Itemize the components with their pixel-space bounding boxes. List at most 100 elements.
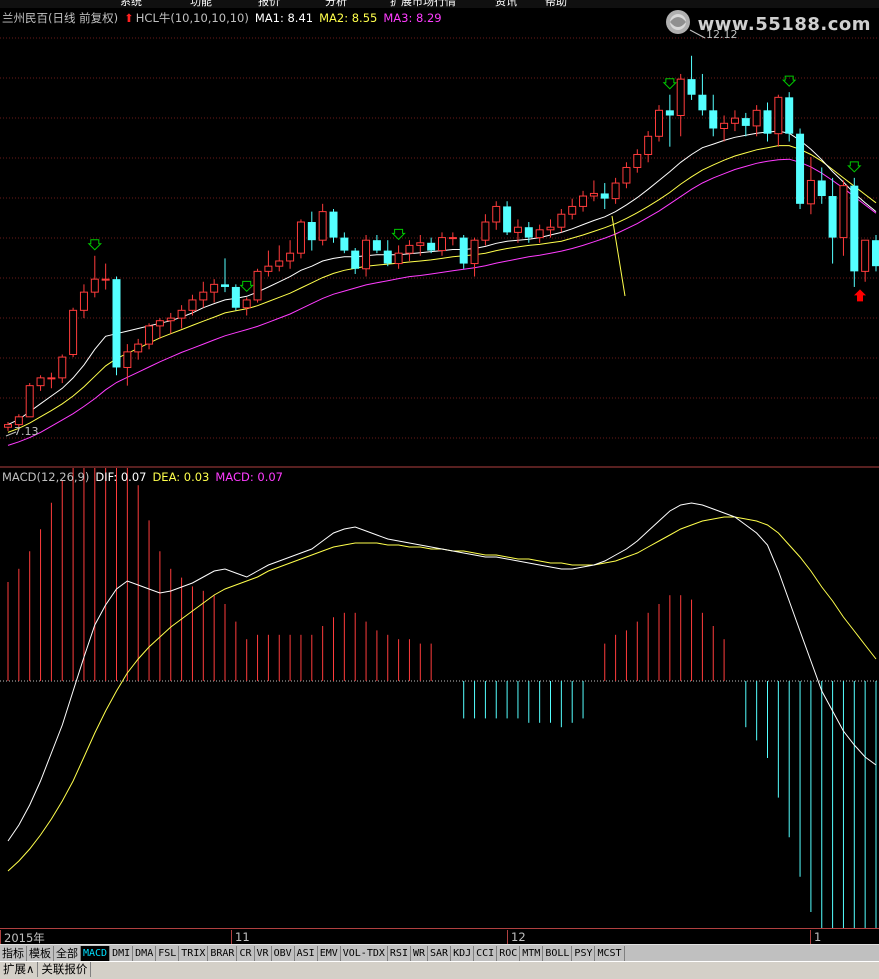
candle-body <box>112 279 121 368</box>
buy-arrow-icon <box>239 280 254 293</box>
tab-dmi[interactable]: DMI <box>110 946 134 961</box>
related-quotes-button[interactable]: 关联报价 <box>38 962 92 977</box>
candle-body <box>763 110 772 134</box>
candle-body <box>546 226 555 231</box>
menu-item[interactable]: 报价 <box>258 0 280 8</box>
price-chart-panel[interactable]: 兰州民百(日线 前复权) ⬆ HCL牛(10,10,10,10) MA1: 8.41 M… <box>0 8 879 468</box>
indicator-tabs[interactable]: 指标 模板 全部 MACD DMI DMA FSL TRIX BRAR CR VR OBV ASI EMV… <box>0 944 879 962</box>
tab-asi[interactable]: ASI <box>295 946 318 961</box>
ma1-label: MA1: 8.41 <box>254 11 314 25</box>
candle-body <box>47 377 56 380</box>
menu-item[interactable]: 扩展市场行情 <box>390 0 456 8</box>
candle-body <box>242 299 251 309</box>
menu-item[interactable]: 功能 <box>190 0 212 8</box>
candle-body <box>785 97 794 134</box>
tab-vol-tdx[interactable]: VOL-TDX <box>341 946 388 961</box>
candle-body <box>720 122 729 129</box>
candle-body <box>90 278 99 293</box>
time-label: 11 <box>231 930 250 944</box>
candle-body <box>568 205 577 215</box>
menu-item[interactable]: 帮助 <box>545 0 567 8</box>
candle-body <box>589 192 598 197</box>
tab-kdj[interactable]: KDJ <box>451 946 475 961</box>
tab-boll[interactable]: BOLL <box>543 946 573 961</box>
tab-wr[interactable]: WR <box>411 946 429 961</box>
ma3-label: MA3: 8.29 <box>383 11 442 25</box>
candle-body <box>155 320 164 327</box>
tab-mtm[interactable]: MTM <box>520 946 544 961</box>
tab-fsl[interactable]: FSL <box>156 946 180 961</box>
candle-body <box>318 211 327 241</box>
tab-模板[interactable]: 模板 <box>27 946 54 961</box>
candle-body <box>166 317 175 322</box>
high-price-label: 12.12 <box>706 28 738 41</box>
candle-body <box>36 377 45 387</box>
tab-sar[interactable]: SAR <box>428 946 452 961</box>
candle-body <box>752 109 761 127</box>
tab-psy[interactable]: PSY <box>572 946 596 961</box>
ma3-line <box>7 158 877 446</box>
candle-body <box>307 222 316 241</box>
menu-bar[interactable]: 系统 功能 报价 分析 扩展市场行情 资讯 帮助 <box>0 0 879 8</box>
candle-body <box>372 240 381 251</box>
candle-body <box>524 227 533 238</box>
expand-button[interactable]: 扩展∧ <box>0 962 39 977</box>
candle-body <box>676 78 685 117</box>
candle-body <box>25 385 34 418</box>
tab-obv[interactable]: OBV <box>272 946 295 961</box>
candle-body <box>275 260 284 267</box>
tab-trix[interactable]: TRIX <box>179 946 209 961</box>
tab-rsi[interactable]: RSI <box>388 946 411 961</box>
tab-macd[interactable]: MACD <box>81 946 111 961</box>
candle-body <box>177 309 186 319</box>
macd-chart[interactable] <box>0 468 879 928</box>
candle-body <box>199 291 208 301</box>
candle-body <box>14 416 23 426</box>
price-chart[interactable] <box>0 8 879 468</box>
trend-line <box>611 215 626 297</box>
candle-body <box>861 239 870 272</box>
tab-vr[interactable]: VR <box>255 946 272 961</box>
tab-emv[interactable]: EMV <box>318 946 341 961</box>
candle-body <box>774 96 783 135</box>
globe-icon <box>665 10 690 34</box>
tab-brar[interactable]: BRAR <box>208 946 238 961</box>
candle-body <box>557 213 566 228</box>
candle-body <box>470 239 479 265</box>
candle-body <box>296 221 305 254</box>
tab-全部[interactable]: 全部 <box>54 946 81 961</box>
price-chart-header: 兰州民百(日线 前复权) ⬆ HCL牛(10,10,10,10) MA1: 8.41 M… <box>2 10 448 26</box>
menu-item[interactable]: 分析 <box>325 0 347 8</box>
dif-label: DIF: 0.07 <box>95 470 147 484</box>
tab-dma[interactable]: DMA <box>133 946 157 961</box>
candle-body <box>134 343 143 353</box>
menu-item[interactable]: 系统 <box>120 0 142 8</box>
candle-body <box>405 244 414 254</box>
indicator-name: HCL牛(10,10,10,10) <box>135 11 249 25</box>
time-axis: 2015年 11 12 1 <box>0 928 879 946</box>
macd-chart-panel[interactable]: MACD(12,26,9) DIF: 0.07 DEA: 0.03 MACD: 0.0… <box>0 468 879 928</box>
candle-body <box>210 283 219 293</box>
candle-body <box>69 309 78 355</box>
ma2-label: MA2: 8.55 <box>319 11 378 25</box>
tab-cci[interactable]: CCI <box>474 946 498 961</box>
tab-cr[interactable]: CR <box>237 946 255 961</box>
candle-body <box>362 239 371 270</box>
candle-body <box>535 229 544 239</box>
candle-body <box>611 182 620 200</box>
candle-body <box>655 109 663 137</box>
candle-body <box>394 252 403 265</box>
menu-item[interactable]: 资讯 <box>495 0 517 8</box>
candle-body <box>796 133 805 204</box>
candle-body <box>459 237 468 264</box>
macd-name: MACD(12,26,9) <box>2 470 90 484</box>
bottom-toolbar[interactable]: 扩展∧ 关联报价 <box>0 961 879 979</box>
candle-body <box>687 79 696 95</box>
candle-body <box>383 250 392 264</box>
tab-指标[interactable]: 指标 <box>0 946 27 961</box>
candle-body <box>644 135 653 155</box>
macd-header: MACD(12,26,9) DIF: 0.07 DEA: 0.03 MACD: 0.0… <box>2 470 289 484</box>
candle-body <box>145 325 154 345</box>
tab-roc[interactable]: ROC <box>497 946 521 961</box>
tab-mcst[interactable]: MCST <box>595 946 625 961</box>
